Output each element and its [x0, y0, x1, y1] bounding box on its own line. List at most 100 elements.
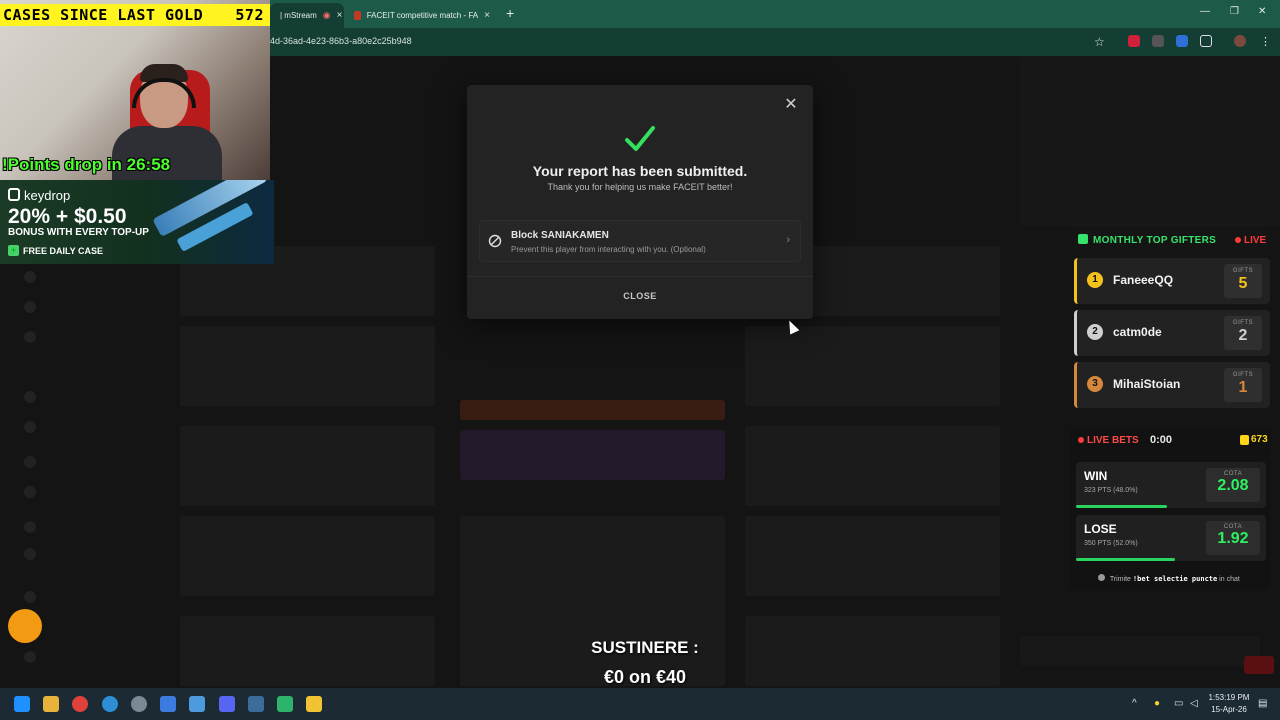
sidebar-icon [24, 391, 36, 403]
map-stats-panel [460, 516, 725, 686]
bet-option-win: WIN 323 PTS (48.0%) COTA 2.08 [1076, 462, 1266, 508]
bet-points: 350 PTS (52.0%) [1084, 540, 1138, 547]
gift-count-box: GIFTS 2 [1224, 316, 1262, 350]
hint-command: !bet selectie puncte [1132, 575, 1218, 583]
app-icon[interactable] [102, 696, 118, 712]
keydrop-ad: keydrop 20% + $0.50 BONUS WITH EVERY TOP… [0, 180, 274, 264]
volume-icon[interactable]: ◁ [1190, 698, 1198, 709]
extension-icon[interactable] [1128, 35, 1140, 47]
gifter-card: 1 FaneeeQQ GIFTS 5 [1074, 258, 1270, 304]
tab-label: FACEIT competitive match - FA [366, 11, 479, 20]
cota-value: 1.92 [1217, 530, 1249, 547]
windows-start-icon[interactable] [14, 696, 30, 712]
live-label: LIVE [1244, 235, 1267, 246]
tab-label: | mStream [280, 11, 317, 20]
ad-cta: + FREE DAILY CASE [8, 245, 103, 256]
minimize-icon[interactable]: — [1200, 6, 1210, 17]
gifts-label: GIFTS [1232, 320, 1254, 326]
notification-icon[interactable]: ▤ [1258, 698, 1267, 709]
menu-kebab-icon[interactable]: ⋮ [1260, 35, 1272, 48]
promo-panel [460, 430, 725, 480]
webcam-feed: CASES SINCE LAST GOLD 572 !Points drop i… [0, 0, 270, 180]
app-icon[interactable] [277, 696, 293, 712]
live-bets-widget: LIVE BETS 0:00 673 WIN 323 PTS (48.0%) C… [1070, 428, 1270, 590]
block-description: Prevent this player from interacting wit… [511, 245, 706, 254]
steam-icon[interactable] [248, 696, 264, 712]
gifter-card: 3 MihaiStoian GIFTS 1 [1074, 362, 1270, 408]
tray-chevron-icon[interactable]: ^ [1132, 698, 1137, 709]
bets-title: LIVE BETS [1087, 435, 1139, 446]
hint-pre: Trimite [1109, 576, 1131, 583]
close-window-icon[interactable]: ✕ [1258, 6, 1266, 17]
tray-app-icon[interactable]: ● [1154, 698, 1160, 709]
extensions-puzzle-icon[interactable] [1200, 35, 1212, 47]
player-card [745, 426, 1000, 506]
sidebar-icon [24, 456, 36, 468]
cota-box: COTA 1.92 [1206, 521, 1260, 555]
gifters-header: MONTHLY TOP GIFTERS LIVE [1070, 228, 1270, 252]
bet-option-lose: LOSE 350 PTS (52.0%) COTA 1.92 [1076, 515, 1266, 561]
sustinere-label: SUSTINERE : [591, 638, 699, 657]
sidebar-icon [24, 271, 36, 283]
gift-count: 2 [1238, 327, 1248, 344]
sidebar-icon [24, 486, 36, 498]
clock-time[interactable]: 1:53:19 PM [1204, 693, 1254, 702]
player-card [745, 326, 1000, 406]
app-icon[interactable] [160, 696, 176, 712]
modal-subtitle: Thank you for helping us make FACEIT bet… [547, 182, 733, 192]
chevron-right-icon: › [786, 234, 790, 246]
cases-counter: CASES SINCE LAST GOLD 572 [0, 4, 270, 26]
extension-icon[interactable] [1176, 35, 1188, 47]
rank-badge: 2 [1087, 324, 1103, 340]
match-button [460, 400, 725, 420]
tab-mstream[interactable]: | mStream ◉ × [270, 3, 344, 28]
bet-share-bar [1076, 505, 1167, 508]
player-card [745, 616, 1000, 686]
gift-count-box: GIFTS 5 [1224, 264, 1262, 298]
chrome-icon[interactable] [72, 696, 88, 712]
sidebar-icon [24, 421, 36, 433]
close-icon[interactable]: ✕ [783, 97, 799, 113]
bet-points: 323 PTS (48.0%) [1084, 487, 1138, 494]
close-button[interactable]: CLOSE [467, 291, 813, 301]
discord-icon[interactable] [219, 696, 235, 712]
clock-date[interactable]: 15-Apr-26 [1204, 705, 1254, 714]
sustinere-value: €0 on €40 [603, 667, 687, 687]
network-icon[interactable]: ▭ [1174, 698, 1183, 709]
app-icon[interactable] [189, 696, 205, 712]
maximize-icon[interactable]: ❐ [1230, 6, 1239, 17]
url-text[interactable]: 4d-36ad-4e23-86b3-a80e2c25b948 [270, 36, 412, 46]
rank-badge: 3 [1087, 376, 1103, 392]
player-card [180, 326, 435, 406]
sidebar-icon [24, 521, 36, 533]
sidebar-icon [24, 548, 36, 560]
coin-icon [1240, 435, 1249, 445]
report-submitted-modal: ✕ Your report has been submitted. Thank … [467, 85, 813, 319]
plus-icon: + [8, 245, 19, 256]
tab-faceit[interactable]: FACEIT competitive match - FA × [344, 3, 500, 28]
keydrop-logo-icon [8, 188, 20, 201]
rank-badge: 1 [1087, 272, 1103, 288]
bets-points: 673 [1251, 434, 1268, 445]
settings-icon[interactable] [131, 696, 147, 712]
new-tab-icon[interactable]: + [506, 5, 514, 21]
block-player-button[interactable]: Block SANIAKAMEN Prevent this player fro… [479, 220, 801, 262]
profile-avatar[interactable] [1234, 35, 1246, 47]
bookmark-star-icon[interactable]: ☆ [1094, 35, 1106, 49]
sidebar-icon [24, 591, 36, 603]
orange-app-icon[interactable] [8, 609, 42, 643]
sidebar-icon [24, 301, 36, 313]
room-chat-panel [1020, 56, 1280, 226]
file-explorer-icon[interactable] [43, 696, 59, 712]
app-icon[interactable] [306, 696, 322, 712]
bet-name: WIN [1084, 469, 1108, 483]
gifters-title: MONTHLY TOP GIFTERS [1093, 235, 1217, 246]
close-tab-icon[interactable]: × [337, 10, 343, 21]
extension-icon[interactable] [1152, 35, 1164, 47]
checkmark-icon [625, 126, 655, 151]
ad-brand: keydrop [24, 188, 71, 203]
youtube-icon [1244, 656, 1274, 674]
chat-input [1020, 636, 1260, 666]
gift-count: 5 [1238, 275, 1248, 292]
close-tab-icon[interactable]: × [484, 10, 490, 21]
